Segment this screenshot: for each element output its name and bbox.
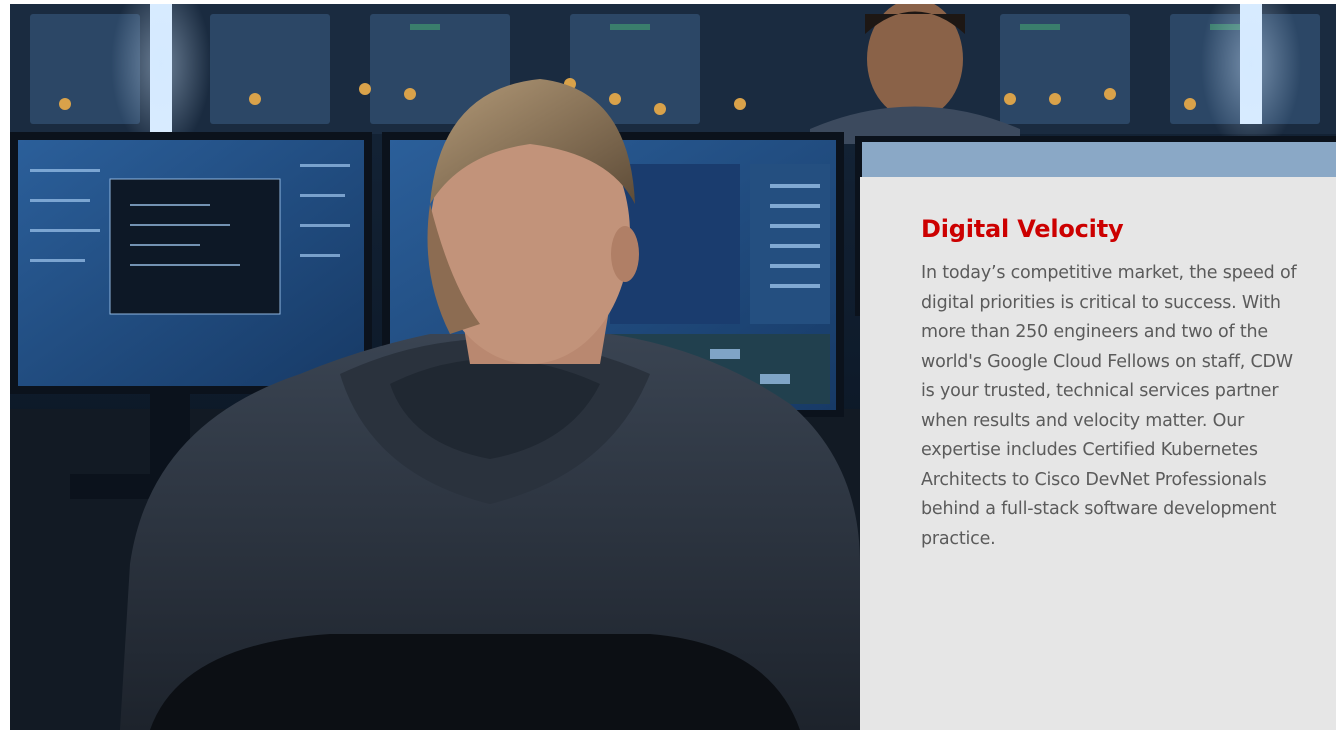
card-body-text: In today’s competitive market, the speed…	[921, 263, 1297, 549]
page: Digital Velocity In today’s competitive …	[0, 0, 1336, 730]
info-card: Digital Velocity In today’s competitive …	[860, 177, 1336, 730]
card-title: Digital Velocity	[921, 215, 1124, 243]
